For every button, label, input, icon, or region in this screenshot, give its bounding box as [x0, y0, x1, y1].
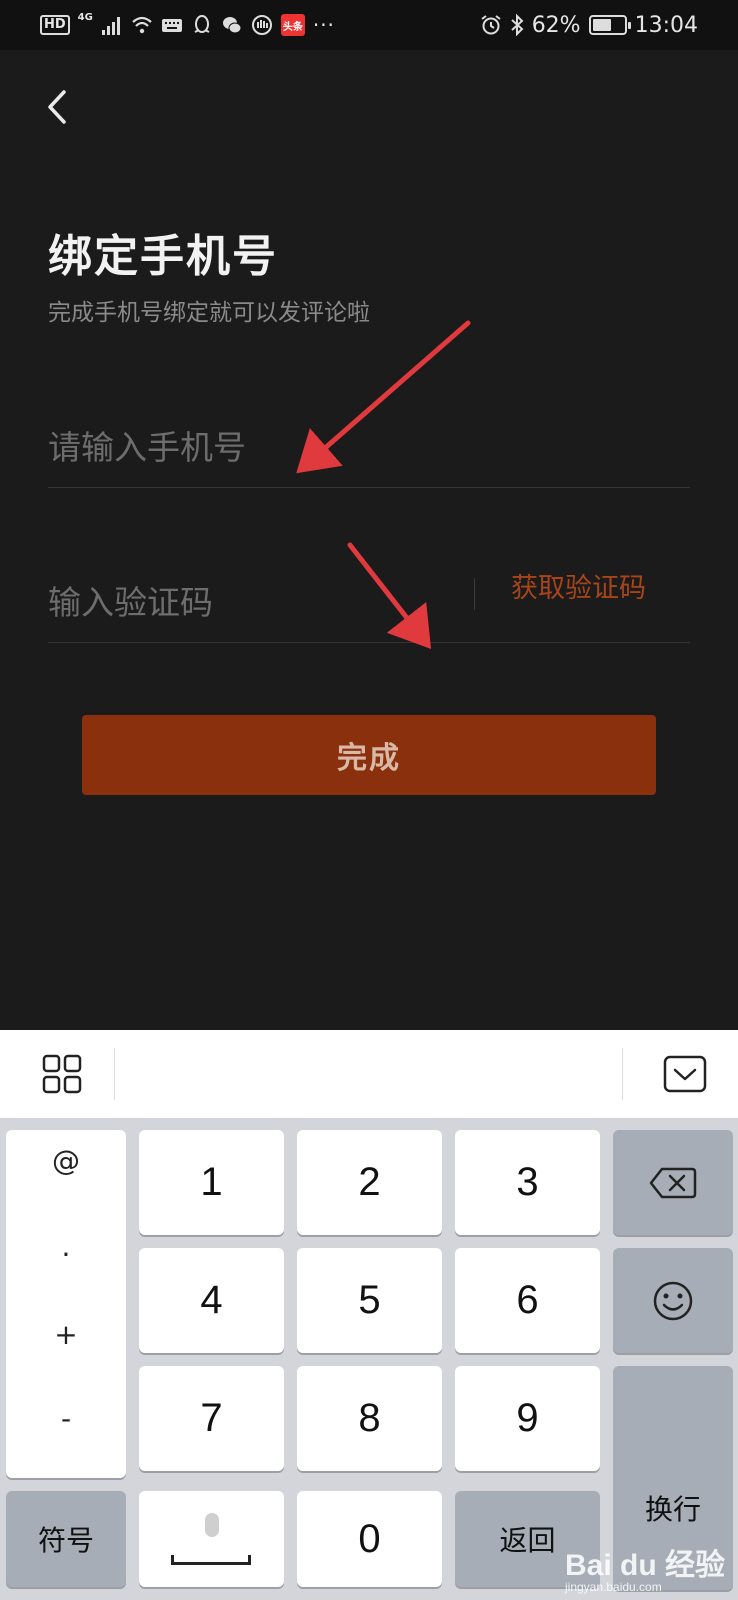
keyboard-menu-grid-icon[interactable]	[40, 1052, 84, 1096]
watermark-brand: Bai du 经验	[565, 1549, 726, 1582]
key-minus[interactable]: -	[6, 1402, 126, 1435]
page-title: 绑定手机号	[48, 231, 278, 282]
more-notifications-icon: ···	[312, 13, 335, 37]
get-code-button[interactable]: 获取验证码	[511, 563, 646, 615]
backspace-key[interactable]	[613, 1130, 733, 1235]
clock: 13:04	[634, 12, 698, 38]
toolbar-divider-right	[622, 1048, 623, 1100]
keyboard-notification-icon	[161, 19, 182, 32]
hide-keyboard-icon[interactable]	[662, 1054, 708, 1094]
key-4[interactable]: 4	[139, 1248, 284, 1353]
keyboard-toolbar	[0, 1030, 738, 1118]
signal-icon	[101, 17, 120, 35]
battery-percent: 62%	[531, 12, 581, 38]
key-6[interactable]: 6	[455, 1248, 600, 1353]
qq-icon	[194, 15, 210, 33]
key-8[interactable]: 8	[297, 1366, 442, 1471]
toolbar-divider-left	[114, 1048, 115, 1100]
space-bar-indicator	[171, 1555, 251, 1565]
verification-code-field: 获取验证码	[48, 563, 690, 643]
key-7[interactable]: 7	[139, 1366, 284, 1471]
emoji-key[interactable]	[613, 1248, 733, 1353]
wechat-icon	[222, 17, 242, 34]
wifi-icon	[132, 16, 152, 34]
key-plus[interactable]: +	[6, 1318, 126, 1351]
baidu-jingyan-watermark: Bai du 经验 jingyan.baidu.com	[565, 1540, 725, 1594]
symbols-key[interactable]: 符号	[6, 1491, 126, 1587]
microphone-icon	[204, 1513, 219, 1537]
hd-icon: HD	[40, 15, 70, 35]
numeric-keyboard: @ . + - 1 2 3 4 5 6 7 8 9 换行 符号 0 返回	[0, 1118, 738, 1600]
key-0[interactable]: 0	[297, 1491, 442, 1587]
phone-input[interactable]	[48, 408, 468, 487]
status-left: HD 4G 头条 ···	[40, 10, 335, 40]
key-dot[interactable]: .	[6, 1230, 126, 1263]
status-bar: HD 4G 头条 ··· 62% 13:04	[0, 0, 738, 50]
code-divider	[474, 578, 475, 610]
key-2[interactable]: 2	[297, 1130, 442, 1235]
emoji-icon	[653, 1281, 693, 1320]
key-at[interactable]: @	[6, 1144, 126, 1177]
key-3[interactable]: 3	[455, 1130, 600, 1235]
done-button[interactable]: 完成	[82, 715, 656, 795]
phone-field	[48, 408, 690, 488]
key-1[interactable]: 1	[139, 1130, 284, 1235]
back-arrow-icon[interactable]	[40, 82, 80, 132]
page-subtitle: 完成手机号绑定就可以发评论啦	[48, 300, 370, 326]
alarm-icon	[481, 15, 501, 35]
toutiao-app-icon: 头条	[280, 14, 305, 36]
battery-level	[592, 19, 612, 31]
battery-icon	[588, 15, 631, 35]
backspace-icon	[649, 1167, 697, 1198]
key-9[interactable]: 9	[455, 1366, 600, 1471]
status-right: 62% 13:04	[480, 10, 698, 40]
key-5[interactable]: 5	[297, 1248, 442, 1353]
network-type: 4G	[77, 12, 93, 23]
symbol-column: @ . + -	[6, 1130, 126, 1478]
verification-code-input[interactable]	[48, 563, 468, 642]
watermark-url: jingyan.baidu.com	[565, 1580, 662, 1594]
voice-input-key[interactable]	[139, 1491, 284, 1587]
bluetooth-icon	[511, 14, 524, 36]
hand-app-icon	[251, 15, 272, 35]
